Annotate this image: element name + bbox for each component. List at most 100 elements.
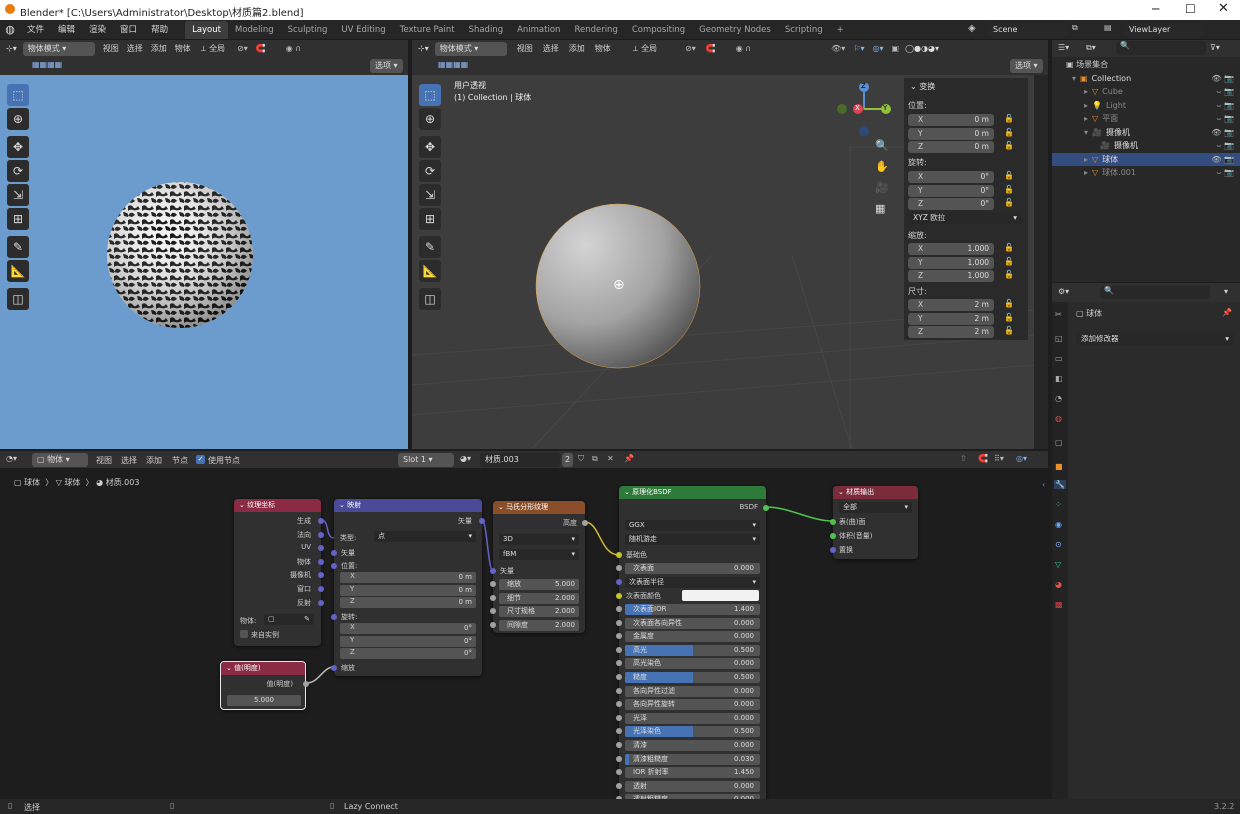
workspace-tab-sculpting[interactable]: Sculpting <box>281 21 335 39</box>
texcoord-output-socket-1[interactable] <box>318 531 324 538</box>
workspace-tab-shading[interactable]: Shading <box>462 21 511 39</box>
snap-node-icon[interactable]: 🧲 <box>978 454 988 463</box>
node-add-menu[interactable]: 添加 <box>146 455 162 466</box>
select-box-icons[interactable]: ▦▦▦▦ <box>32 60 62 69</box>
node-node-menu[interactable]: 节点 <box>172 455 188 466</box>
musgrave-height-socket[interactable] <box>582 520 588 526</box>
mapping-rot-field-2[interactable]: 0° <box>340 648 476 659</box>
bsdf-field-7[interactable]: 各向异性过滤 0.000 <box>625 685 760 697</box>
outliner-row-4[interactable]: ▾ 🎥 摄像机 👁 📷 <box>1052 126 1240 140</box>
visibility-eye-icon[interactable]: ⌣ 📷 <box>1216 166 1234 180</box>
outliner-row-0[interactable]: ▾ ▣ Collection 👁 📷 <box>1052 72 1240 86</box>
material-browse-icon[interactable]: ◕▾ <box>460 454 471 463</box>
bsdf-field-4[interactable]: 高光 0.500 <box>625 644 760 656</box>
bsdf-input-socket-5[interactable] <box>616 660 622 667</box>
bsdf-input-socket-10[interactable] <box>616 728 622 735</box>
gizmo-toggle-icon[interactable]: ⚐▾ <box>853 44 864 53</box>
ortho-grid-icon[interactable]: ▦ <box>875 202 885 215</box>
bsdf-field-1[interactable]: 次表面IOR 1.400 <box>625 604 760 615</box>
node-editor-type-icon[interactable]: ◔▾ <box>6 454 17 463</box>
material-output-header[interactable]: ⌄ 材质输出 <box>833 486 918 499</box>
view-layer-selector[interactable]: ViewLayer <box>1124 23 1204 37</box>
blender-menu-icon[interactable]: ◍ <box>0 23 20 36</box>
workspace-tab-compositing[interactable]: Compositing <box>625 21 692 39</box>
snap-icon-2[interactable]: 🧲 <box>706 44 716 53</box>
annotate-tool-icon[interactable]: ✎ <box>7 236 29 258</box>
left-orientation-dropdown[interactable]: 全局 <box>209 43 225 54</box>
use-nodes-checkbox[interactable]: ✓ <box>196 455 205 464</box>
bsdf-field-8[interactable]: 各向异性旋转 0.000 <box>625 699 760 711</box>
left-view-menu[interactable]: 视图 <box>103 43 119 54</box>
base-color-socket[interactable] <box>616 552 622 558</box>
bsdf-input-socket-4[interactable] <box>616 646 622 653</box>
left-select-menu[interactable]: 选择 <box>127 43 143 54</box>
particles-tab-icon[interactable]: ⁘ <box>1055 500 1062 509</box>
menu-item-1[interactable]: 编辑 <box>51 20 82 40</box>
zoom-icon[interactable]: 🔍 <box>875 139 889 152</box>
bsdf-field-0[interactable]: 次表面 0.000 <box>625 563 760 574</box>
left-mode-dropdown[interactable]: 物体模式 ▾ <box>22 41 95 56</box>
node-sidebar-toggle[interactable]: ‹ <box>1042 480 1045 489</box>
add-cube-tool-icon[interactable]: ◫ <box>7 288 29 310</box>
shading-modes-icon[interactable]: ◯●◑◕▾ <box>905 44 939 53</box>
mapping-loc-field-0[interactable]: 0 m <box>340 572 476 583</box>
proportional-icon[interactable]: ◉ ∩ <box>286 44 301 53</box>
texcoord-node[interactable]: ⌄ 纹理坐标 生成 法向 UV 物体 摄像机 窗口 反射 物体: ▢ ✎ 来自实例 <box>234 499 324 646</box>
xray-icon[interactable]: ▣ <box>892 44 900 53</box>
visibility-eye-icon[interactable]: 👁 📷 <box>1211 72 1234 86</box>
visibility-icon[interactable]: 👁▾ <box>831 44 845 53</box>
bsdf-input-socket-9[interactable] <box>616 714 622 721</box>
rotation-mode-dropdown[interactable]: XYZ 欧拉 ▾ <box>908 212 1022 224</box>
properties-menu-icon[interactable]: ▾ <box>1224 287 1228 296</box>
bsdf-field-3[interactable]: 金属度 0.000 <box>625 631 760 643</box>
mapping-vector-input-socket[interactable] <box>331 550 337 556</box>
menu-item-2[interactable]: 渲染 <box>82 20 113 40</box>
outliner-row-6[interactable]: ▸ ▽ 球体 👁 📷 <box>1052 152 1240 166</box>
measure-tool-icon-2[interactable]: 📐 <box>419 260 441 282</box>
bsdf-field-11[interactable]: 清漆 0.000 <box>625 740 760 751</box>
workspace-tab-modeling[interactable]: Modeling <box>228 21 281 39</box>
musgrave-node[interactable]: ⌄ 马氏分形纹理 高度 3D ▾ fBM ▾ 矢量 缩放 5.000 细节 2.000 尺寸… <box>490 501 588 633</box>
add-modifier-dropdown[interactable]: 添加修改器 ▾ <box>1076 333 1234 345</box>
bsdf-input-socket-1[interactable] <box>616 606 622 612</box>
menu-item-3[interactable]: 窗口 <box>113 20 144 40</box>
lock-icon[interactable]: 🔓 <box>1004 185 1014 194</box>
mapping-scale-socket[interactable] <box>331 665 337 671</box>
menu-item-4[interactable]: 帮助 <box>144 20 175 40</box>
left-add-menu[interactable]: 添加 <box>151 43 167 54</box>
workspace-tab-scripting[interactable]: Scripting <box>778 21 830 39</box>
from-instancer-checkbox[interactable] <box>240 630 248 638</box>
proportional-icon-2[interactable]: ◉ ∩ <box>736 44 751 53</box>
lock-icon[interactable]: 🔓 <box>1004 326 1014 335</box>
view-layer-tab-icon[interactable]: ◧ <box>1055 374 1063 383</box>
right-add-menu[interactable]: 添加 <box>569 43 585 54</box>
sss-color-swatch[interactable] <box>682 590 759 601</box>
bsdf-field-10[interactable]: 光泽染色 0.500 <box>625 726 760 738</box>
lock-icon[interactable]: 🔓 <box>1004 141 1014 150</box>
bsdf-input-socket-13[interactable] <box>616 769 622 776</box>
musgrave-input-socket-3[interactable] <box>490 621 496 628</box>
value-field[interactable]: 5.000 <box>227 695 301 706</box>
new-scene-icon[interactable]: ⧉ <box>1072 23 1078 33</box>
texcoord-output-socket-6[interactable] <box>318 599 324 606</box>
properties-editor-icon[interactable]: ⚙▾ <box>1058 287 1069 296</box>
rotate-tool-icon[interactable]: ⟳ <box>7 160 29 182</box>
bsdf-input-socket-6[interactable] <box>616 674 622 680</box>
pin-icon[interactable]: 📌 <box>1222 308 1232 317</box>
visibility-eye-icon[interactable]: ⌣ 📷 <box>1216 112 1234 126</box>
bsdf-output-socket[interactable] <box>763 505 769 511</box>
surface-socket[interactable] <box>830 519 836 525</box>
mapping-vector-output-socket[interactable] <box>479 518 485 524</box>
move-tool-icon-2[interactable]: ✥ <box>419 136 441 158</box>
node-overlay-icon[interactable]: ◎▾ <box>1016 454 1027 463</box>
lock-icon[interactable]: 🔓 <box>1004 171 1014 180</box>
texcoord-node-header[interactable]: ⌄ 纹理坐标 <box>234 499 321 512</box>
scene-collection-row[interactable]: ▣ 场景集合 <box>1052 58 1240 72</box>
editor-type-icon[interactable]: ⊹▾ <box>6 44 17 53</box>
constraints-tab-icon[interactable]: ⊙ <box>1055 540 1062 549</box>
node-select-menu[interactable]: 选择 <box>121 455 137 466</box>
cursor-tool-icon-2[interactable]: ⊕ <box>419 108 441 130</box>
lock-icon[interactable]: 🔓 <box>1004 257 1014 266</box>
workspace-tab-animation[interactable]: Animation <box>510 21 567 39</box>
bsdf-field-5[interactable]: 高光染色 0.000 <box>625 658 760 670</box>
